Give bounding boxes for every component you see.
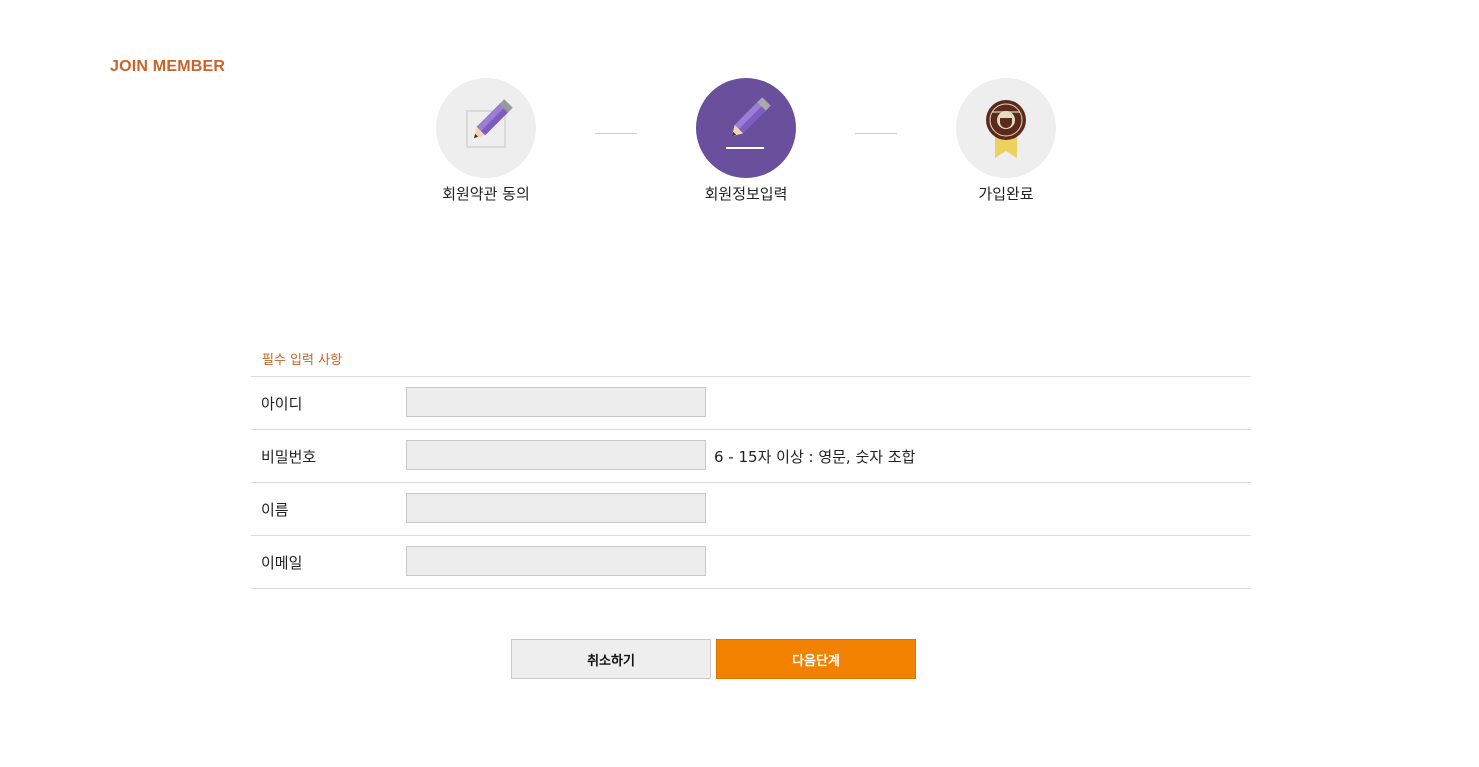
password-input[interactable] [406, 440, 706, 470]
name-input[interactable] [406, 493, 706, 523]
page-title: JOIN MEMBER [110, 58, 226, 75]
form-row-password: 비밀번호 6 - 15자 이상 : 영문, 숫자 조합 [251, 430, 1251, 483]
step-circle-active [696, 78, 796, 178]
required-section-title: 필수 입력 사항 [262, 353, 343, 368]
step-terms-agreement: 회원약관 동의 [406, 78, 566, 204]
step-circle [436, 78, 536, 178]
id-input[interactable] [406, 387, 706, 417]
pencil-note-icon [466, 99, 513, 148]
cancel-button[interactable]: 취소하기 [511, 639, 711, 679]
form-row-id: 아이디 [251, 377, 1251, 430]
step-member-info: 회원정보입력 [666, 78, 826, 204]
coffee-badge-icon [986, 100, 1026, 158]
step-label: 회원약관 동의 [442, 185, 530, 203]
signup-steps: 회원약관 동의 회원정보입력 가입완료 [0, 78, 1479, 208]
name-label: 이름 [261, 501, 289, 519]
signup-form: 아이디 비밀번호 6 - 15자 이상 : 영문, 숫자 조합 이름 이메일 [251, 376, 1251, 589]
email-input[interactable] [406, 546, 706, 576]
password-label: 비밀번호 [261, 448, 317, 466]
step-label: 가입완료 [978, 185, 1034, 203]
step-circle [956, 78, 1056, 178]
email-label: 이메일 [261, 554, 303, 572]
id-label: 아이디 [261, 395, 303, 413]
form-row-email: 이메일 [251, 536, 1251, 589]
pencil-write-icon [726, 97, 771, 149]
step-connector [855, 133, 897, 134]
step-complete: 가입완료 [926, 78, 1086, 204]
step-label: 회원정보입력 [704, 185, 788, 203]
next-step-button[interactable]: 다음단계 [716, 639, 916, 679]
step-connector [595, 133, 637, 134]
form-row-name: 이름 [251, 483, 1251, 536]
password-hint: 6 - 15자 이상 : 영문, 숫자 조합 [714, 448, 916, 466]
